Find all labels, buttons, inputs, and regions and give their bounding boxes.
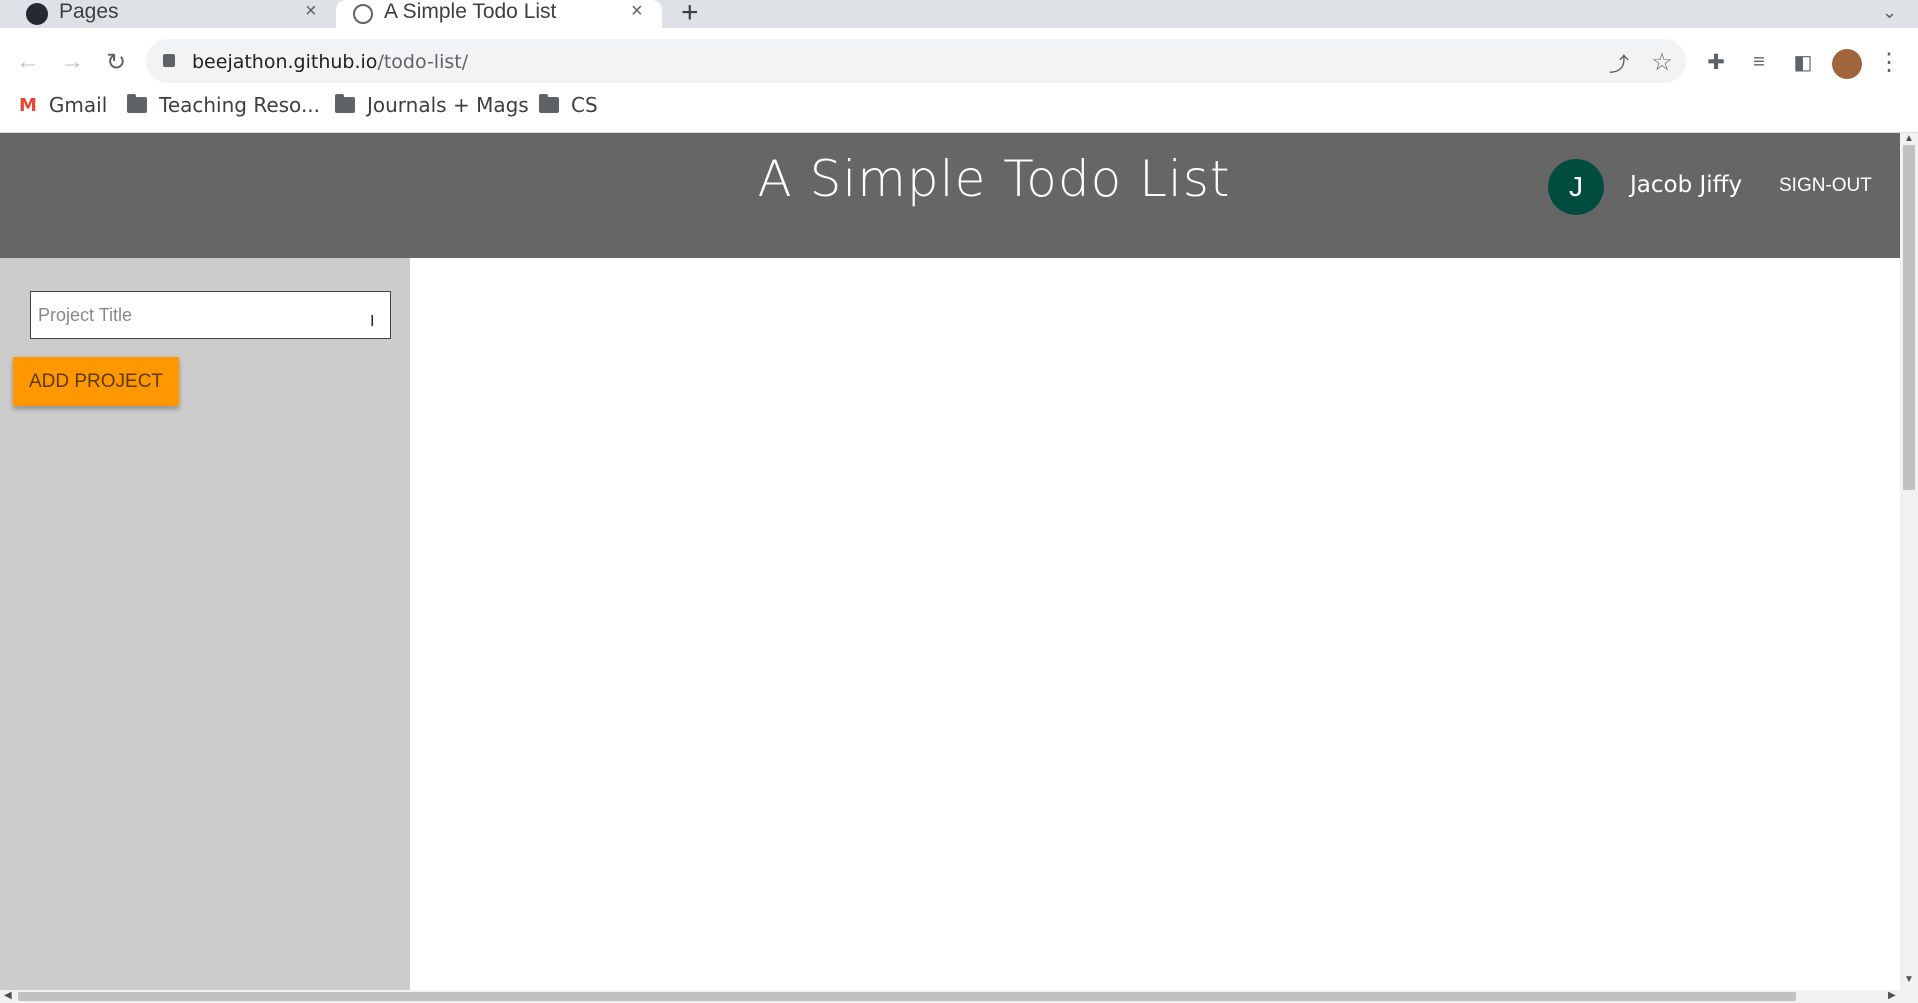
star-icon[interactable]: ☆ bbox=[1644, 44, 1680, 80]
tab-title: A Simple Todo List bbox=[384, 0, 557, 23]
share-icon[interactable]: ⤴ bbox=[1601, 44, 1637, 80]
add-project-button[interactable]: ADD PROJECT bbox=[13, 357, 179, 406]
scroll-left-icon[interactable]: ◀ bbox=[4, 990, 12, 1001]
url-text[interactable]: beejathon.github.io/todo-list/ bbox=[192, 51, 468, 73]
folder-icon bbox=[539, 94, 559, 113]
extensions-icon[interactable]: ✚ bbox=[1698, 44, 1734, 80]
tab-title: Pages bbox=[59, 0, 119, 23]
bookmark-journals[interactable]: Journals + Mags bbox=[335, 93, 529, 117]
scroll-up-icon[interactable]: ▲ bbox=[1904, 133, 1914, 144]
gmail-icon: M bbox=[19, 94, 37, 116]
new-tab-button[interactable]: + bbox=[681, 0, 699, 30]
media-icon[interactable]: ≡ bbox=[1741, 44, 1777, 80]
folder-icon bbox=[335, 94, 355, 113]
tab-search-icon[interactable]: ⌄ bbox=[1882, 2, 1897, 23]
avatar: J bbox=[1548, 159, 1604, 215]
tab-pages[interactable]: Pages × bbox=[0, 0, 334, 28]
signout-button[interactable]: SIGN-OUT bbox=[1779, 175, 1872, 197]
main-content bbox=[410, 258, 1900, 990]
bookmark-label: Journals + Mags bbox=[367, 93, 529, 117]
globe-icon bbox=[353, 4, 373, 24]
menu-icon[interactable]: ⋮ bbox=[1871, 44, 1907, 80]
tab-todo-list[interactable]: A Simple Todo List × bbox=[336, 0, 662, 28]
text-cursor-icon: I bbox=[370, 313, 375, 330]
bookmark-label: Gmail bbox=[48, 93, 108, 117]
user-name: Jacob Jiffy bbox=[1630, 172, 1743, 198]
horizontal-scroll-thumb[interactable] bbox=[18, 992, 1796, 1001]
bookmark-label: Teaching Reso... bbox=[159, 93, 321, 117]
folder-icon bbox=[127, 94, 147, 113]
url-host: beejathon.github.io bbox=[192, 51, 378, 73]
github-icon bbox=[26, 3, 48, 25]
bookmark-cs[interactable]: CS bbox=[539, 93, 598, 117]
bookmark-label: CS bbox=[571, 93, 598, 117]
bookmark-teaching[interactable]: Teaching Reso... bbox=[127, 93, 320, 117]
url-path: /todo-list/ bbox=[377, 51, 469, 73]
reload-icon[interactable]: ↻ bbox=[98, 44, 134, 80]
project-title-input[interactable] bbox=[30, 291, 391, 339]
forward-icon[interactable]: → bbox=[54, 44, 90, 80]
scroll-right-icon[interactable]: ▶ bbox=[1888, 990, 1896, 1001]
close-icon[interactable]: × bbox=[631, 0, 643, 23]
lock-icon bbox=[163, 54, 175, 67]
bookmark-gmail[interactable]: M Gmail bbox=[19, 93, 107, 117]
close-icon[interactable]: × bbox=[305, 0, 317, 23]
back-icon[interactable]: ← bbox=[10, 44, 46, 80]
vertical-scroll-thumb[interactable] bbox=[1903, 145, 1915, 490]
side-panel-icon[interactable]: ◧ bbox=[1785, 44, 1821, 80]
scroll-down-icon[interactable]: ▼ bbox=[1904, 974, 1914, 985]
profile-avatar[interactable] bbox=[1832, 49, 1862, 79]
